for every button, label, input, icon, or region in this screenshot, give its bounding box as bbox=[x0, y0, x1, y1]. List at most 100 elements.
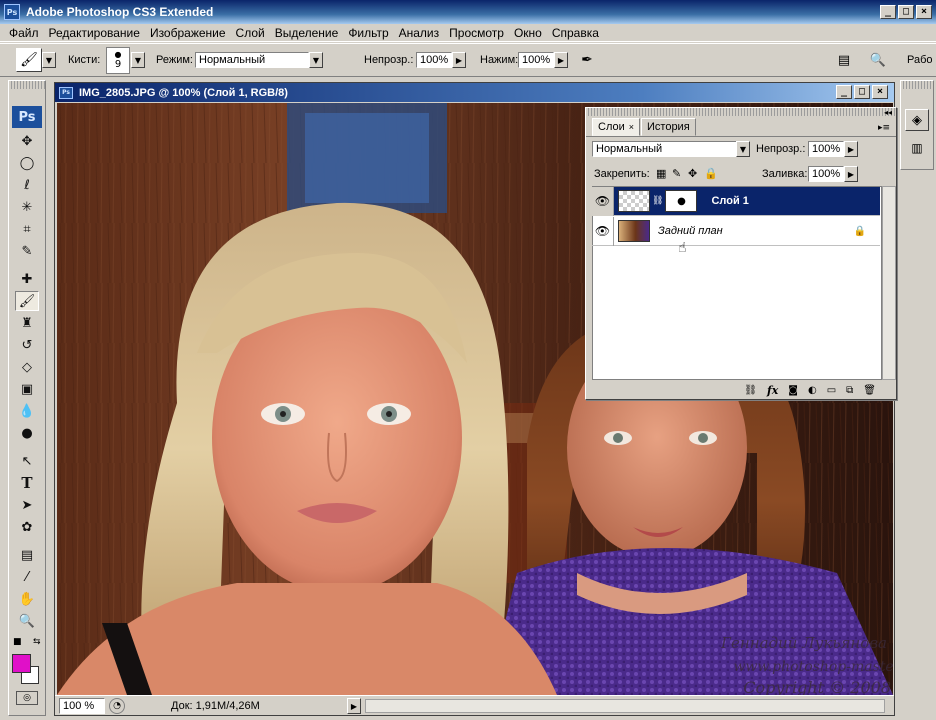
history-dock-icon[interactable]: ▥ bbox=[905, 137, 929, 159]
doc-close-button[interactable]: × bbox=[872, 85, 888, 99]
fill-input[interactable]: 100% bbox=[808, 166, 844, 182]
layer-opacity-input[interactable]: 100% bbox=[808, 141, 844, 157]
menu-layer[interactable]: Слой bbox=[231, 26, 270, 40]
swap-colors-icon[interactable]: ⇆ bbox=[33, 637, 41, 647]
flow-input[interactable]: 100% bbox=[518, 52, 554, 68]
layer-lock-icon: 🔒 bbox=[853, 225, 866, 237]
workspace-label[interactable]: Рабо bbox=[907, 54, 933, 66]
chain-link-icon[interactable]: ⛓ bbox=[652, 196, 663, 206]
lock-position-icon[interactable]: ✥ bbox=[688, 167, 697, 180]
panel-grip[interactable] bbox=[586, 108, 896, 116]
eyedropper-tool-icon[interactable]: ⁄ bbox=[15, 567, 39, 587]
menu-filter[interactable]: Фильтр bbox=[343, 26, 393, 40]
brush-tool-icon[interactable]: 🖌 bbox=[15, 291, 39, 311]
zoom-field[interactable]: 100 % bbox=[59, 698, 105, 714]
magic-wand-tool-icon[interactable]: ✳ bbox=[15, 197, 39, 217]
tab-layers[interactable]: Слои × bbox=[592, 118, 641, 136]
brush-preview[interactable]: ● 9 bbox=[106, 47, 130, 74]
pen-tool-icon[interactable]: ➤ bbox=[15, 495, 39, 515]
new-group-icon[interactable]: ▭ bbox=[827, 385, 836, 396]
dock-grip[interactable] bbox=[901, 81, 933, 89]
tool-preset-picker[interactable]: 🖌 bbox=[16, 48, 42, 72]
quick-mask-icon[interactable]: ◎ bbox=[16, 691, 38, 705]
menu-analysis[interactable]: Анализ bbox=[394, 26, 445, 40]
lock-all-icon[interactable]: 🔒 bbox=[704, 167, 718, 180]
default-colors-icon[interactable]: ■ bbox=[13, 637, 22, 647]
tab-history-label: История bbox=[647, 121, 690, 133]
history-brush-tool-icon[interactable]: ↺ bbox=[15, 335, 39, 355]
panel-menu-icon[interactable]: ▸≡ bbox=[878, 123, 890, 133]
visibility-eye-icon[interactable]: 👁 bbox=[592, 216, 614, 246]
adjustment-layer-icon[interactable]: ◐ bbox=[808, 385, 817, 396]
eraser-tool-icon[interactable]: ◇ bbox=[15, 357, 39, 377]
delete-layer-icon[interactable]: 🗑 bbox=[863, 385, 876, 396]
layers-dock-icon[interactable]: ◈ bbox=[905, 109, 929, 131]
airbrush-icon[interactable]: ✒ bbox=[576, 50, 598, 70]
tool-preset-dropdown[interactable]: ▼ bbox=[42, 52, 56, 68]
status-menu-icon[interactable]: ◔ bbox=[109, 698, 125, 714]
minimize-button[interactable]: _ bbox=[880, 5, 896, 19]
panel-collapse-icon[interactable]: ◂◂ bbox=[884, 108, 892, 117]
tab-history[interactable]: История bbox=[641, 118, 696, 136]
layer-opacity-slider[interactable]: ▶ bbox=[844, 141, 858, 157]
add-mask-icon[interactable]: ◙ bbox=[788, 385, 798, 396]
menu-select[interactable]: Выделение bbox=[270, 26, 344, 40]
fill-slider[interactable]: ▶ bbox=[844, 166, 858, 182]
blend-mode-dropdown[interactable]: ▼ bbox=[736, 141, 750, 157]
menu-window[interactable]: Окно bbox=[509, 26, 547, 40]
type-tool-icon[interactable]: T bbox=[15, 473, 39, 493]
zoom-tool-icon[interactable]: 🔍 bbox=[15, 611, 39, 631]
lasso-tool-icon[interactable]: ℓ bbox=[15, 175, 39, 195]
link-layers-icon[interactable]: ⛓ bbox=[744, 385, 757, 396]
doc-minimize-button[interactable]: _ bbox=[836, 85, 852, 99]
lock-label: Закрепить: bbox=[594, 168, 650, 180]
toolbox-grip[interactable] bbox=[9, 81, 45, 89]
menu-help[interactable]: Справка bbox=[547, 26, 604, 40]
path-selection-tool-icon[interactable]: ↖ bbox=[15, 451, 39, 471]
brush-dropdown[interactable]: ▼ bbox=[131, 52, 145, 68]
file-browser-icon[interactable]: 🔍 bbox=[866, 50, 890, 70]
opacity-slider-button[interactable]: ▶ bbox=[452, 52, 466, 68]
ps-logo-icon: Ps bbox=[12, 106, 42, 128]
maximize-button[interactable]: □ bbox=[898, 5, 914, 19]
clone-stamp-tool-icon[interactable]: ♜ bbox=[15, 313, 39, 333]
lock-pixels-icon[interactable]: ✎ bbox=[672, 167, 681, 180]
layer-row-background[interactable]: 👁 Задний план 🔒 bbox=[592, 216, 880, 246]
slice-tool-icon[interactable]: ✎ bbox=[15, 241, 39, 261]
brush-icon: 🖌 bbox=[20, 52, 38, 68]
mode-select[interactable]: Нормальный bbox=[195, 52, 309, 68]
mode-dropdown[interactable]: ▼ bbox=[309, 52, 323, 68]
document-title-bar[interactable]: Ps IMG_2805.JPG @ 100% (Слой 1, RGB/8) _… bbox=[55, 83, 894, 102]
foreground-color-swatch[interactable] bbox=[12, 654, 31, 673]
layers-scrollbar[interactable] bbox=[882, 186, 896, 380]
layer-mask-thumbnail[interactable]: ● bbox=[665, 190, 698, 212]
visibility-eye-icon[interactable]: 👁 bbox=[592, 186, 614, 216]
gradient-tool-icon[interactable]: ▣ bbox=[15, 379, 39, 399]
blend-mode-select[interactable]: Нормальный bbox=[592, 141, 740, 157]
healing-brush-tool-icon[interactable]: ✚ bbox=[15, 269, 39, 289]
menu-view[interactable]: Просмотр bbox=[444, 26, 509, 40]
flow-slider-button[interactable]: ▶ bbox=[554, 52, 568, 68]
doc-maximize-button[interactable]: □ bbox=[854, 85, 870, 99]
shape-tool-icon[interactable]: ✿ bbox=[15, 517, 39, 537]
close-button[interactable]: × bbox=[916, 5, 932, 19]
layer-row-layer1[interactable]: 👁 ⛓ ● Слой 1 bbox=[592, 186, 880, 216]
blur-tool-icon[interactable]: 💧 bbox=[15, 401, 39, 421]
move-tool-icon[interactable]: ✥ bbox=[15, 131, 39, 151]
menu-image[interactable]: Изображение bbox=[145, 26, 231, 40]
palette-well-icon[interactable]: ▤ bbox=[834, 50, 854, 70]
notes-tool-icon[interactable]: ▤ bbox=[15, 545, 39, 565]
lock-transparency-icon[interactable]: ▦ bbox=[656, 167, 666, 180]
crop-tool-icon[interactable]: ⌗ bbox=[15, 219, 39, 239]
dodge-tool-icon[interactable]: ● bbox=[15, 423, 39, 443]
status-dropdown[interactable]: ▶ bbox=[347, 698, 361, 714]
marquee-tool-icon[interactable]: ◯ bbox=[15, 153, 39, 173]
hand-tool-icon[interactable]: ✋ bbox=[15, 589, 39, 609]
horizontal-scrollbar[interactable] bbox=[365, 699, 885, 713]
tab-close-icon[interactable]: × bbox=[629, 122, 634, 132]
menu-edit[interactable]: Редактирование bbox=[44, 26, 145, 40]
menu-file[interactable]: Файл bbox=[4, 26, 44, 40]
opacity-input[interactable]: 100% bbox=[416, 52, 452, 68]
layer-style-icon[interactable]: fx bbox=[767, 384, 778, 397]
new-layer-icon[interactable]: ⧉ bbox=[846, 385, 853, 396]
